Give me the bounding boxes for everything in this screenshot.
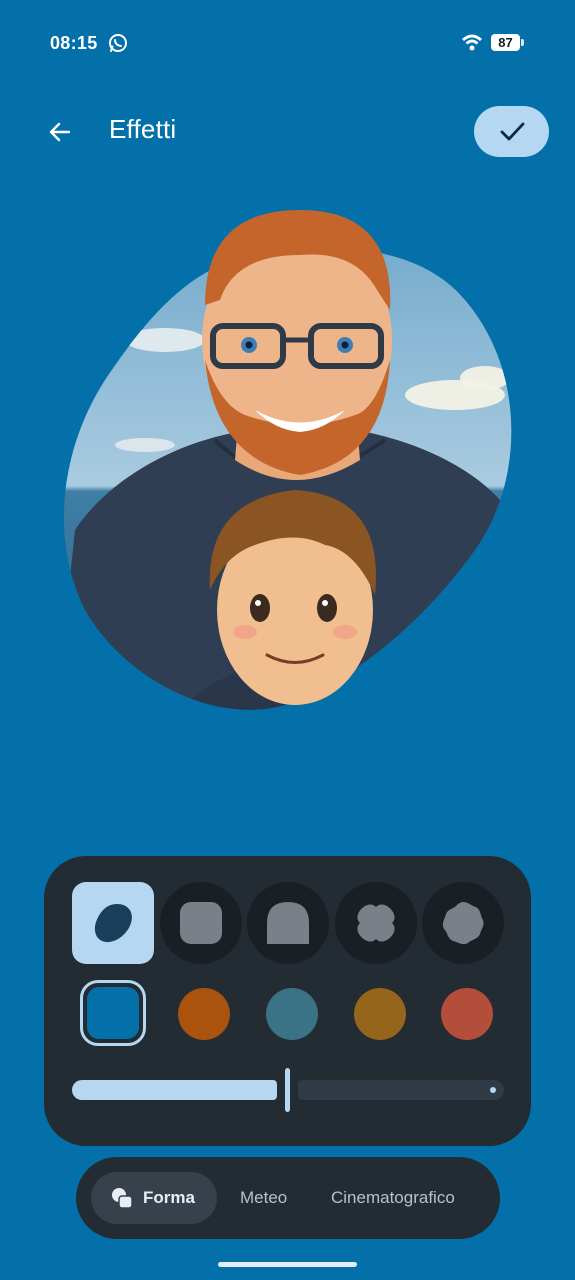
tab-label: Meteo xyxy=(240,1188,288,1207)
color-option-blue[interactable] xyxy=(80,980,146,1046)
shapes-icon xyxy=(112,1188,133,1209)
profile-photo-preview xyxy=(63,210,512,710)
tab-cinematografico[interactable]: Cinematografico xyxy=(331,1172,455,1224)
status-bar: 08:15 87 xyxy=(0,0,575,86)
wifi-icon xyxy=(462,34,482,51)
back-button[interactable] xyxy=(40,112,80,152)
slider-fill xyxy=(72,1080,277,1100)
arrow-back-icon xyxy=(49,122,71,142)
gesture-navigation-bar[interactable] xyxy=(218,1262,357,1267)
shape-option-wavy-circle[interactable] xyxy=(422,882,504,964)
slider-track xyxy=(298,1080,504,1100)
tab-meteo[interactable]: Meteo xyxy=(240,1172,287,1224)
slider-thumb[interactable] xyxy=(285,1068,290,1112)
color-option-orange[interactable] xyxy=(178,988,230,1040)
check-icon xyxy=(500,122,524,140)
tab-forma[interactable]: Forma xyxy=(91,1172,217,1224)
page-title: Effetti xyxy=(109,114,177,144)
shape-option-blob[interactable] xyxy=(72,882,154,964)
shape-option-rounded-square[interactable] xyxy=(160,882,242,964)
color-option-ochre[interactable] xyxy=(354,988,406,1040)
battery-indicator: 87 xyxy=(491,34,520,51)
tab-label: Cinematografico xyxy=(331,1188,455,1207)
confirm-button[interactable] xyxy=(474,106,549,157)
tab-label: Forma xyxy=(143,1188,195,1207)
color-option-red[interactable] xyxy=(441,988,493,1040)
slider-end-dot xyxy=(490,1087,496,1093)
wavy-circle-shape-icon xyxy=(442,902,484,945)
shape-option-arch[interactable] xyxy=(247,882,329,964)
status-time: 08:15 xyxy=(50,33,98,53)
blob-shape-icon xyxy=(94,904,132,943)
whatsapp-icon xyxy=(109,34,127,52)
rounded-square-shape-icon xyxy=(180,902,222,944)
color-swatch xyxy=(87,987,139,1039)
shape-option-clover[interactable] xyxy=(335,882,417,964)
clover-shape-icon xyxy=(357,904,395,942)
arch-shape-icon xyxy=(267,902,309,944)
battery-tip xyxy=(521,39,524,46)
color-option-teal[interactable] xyxy=(266,988,318,1040)
intensity-slider[interactable] xyxy=(72,1068,504,1112)
